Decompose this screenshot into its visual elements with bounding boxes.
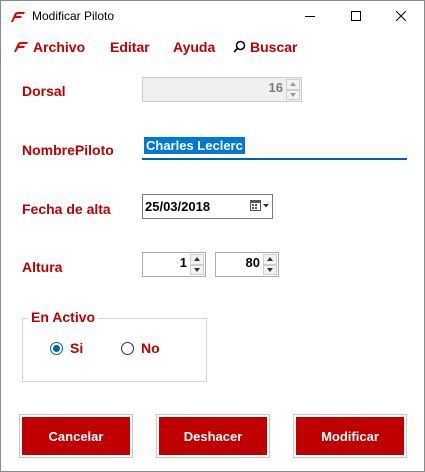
dorsal-down-arrow[interactable] [286, 89, 300, 100]
dorsal-label: Dorsal [22, 83, 66, 99]
radio-no-circle[interactable] [121, 341, 134, 355]
title-bar: Modificar Piloto [1, 1, 424, 31]
altura-metros-stepper[interactable]: 1 [142, 252, 206, 277]
nombre-label: NombrePiloto [22, 142, 114, 158]
altura-metros-down-arrow[interactable] [190, 264, 204, 275]
f1-logo-icon [10, 10, 26, 22]
radio-no[interactable]: No [121, 340, 160, 356]
minimize-button[interactable] [287, 1, 333, 31]
radio-si-circle[interactable] [50, 341, 63, 355]
cancelar-button[interactable]: Cancelar [19, 414, 133, 458]
altura-centimetros-value: 80 [245, 255, 260, 270]
altura-label: Altura [22, 259, 63, 275]
search-icon [233, 40, 246, 56]
calendar-icon[interactable] [250, 199, 270, 218]
menu-editar[interactable]: Editar [110, 39, 150, 55]
deshacer-button[interactable]: Deshacer [156, 414, 270, 458]
fecha-label: Fecha de alta [22, 201, 111, 217]
dorsal-value: 16 [268, 80, 283, 95]
dorsal-stepper[interactable]: 16 [142, 77, 302, 102]
dorsal-up-arrow[interactable] [286, 79, 300, 90]
altura-metros-value: 1 [179, 255, 187, 270]
radio-si[interactable]: Si [50, 340, 83, 356]
close-button[interactable] [378, 1, 424, 31]
f1-logo-icon [13, 40, 29, 56]
modificar-button[interactable]: Modificar [293, 414, 407, 458]
menu-archivo[interactable]: Archivo [13, 39, 85, 56]
fecha-picker[interactable]: 25/03/2018 [142, 194, 273, 219]
altura-centimetros-stepper[interactable]: 80 [215, 252, 279, 277]
radio-no-label: No [141, 340, 160, 356]
maximize-button[interactable] [333, 1, 379, 31]
altura-centimetros-down-arrow[interactable] [263, 264, 277, 275]
nombre-field[interactable]: Charles Leclerc [142, 135, 407, 160]
radio-si-label: Si [70, 340, 84, 356]
window-title: Modificar Piloto [32, 9, 115, 23]
activo-group-title: En Activo [28, 309, 99, 325]
menu-buscar[interactable]: Buscar [233, 39, 297, 56]
menu-archivo-label: Archivo [33, 39, 86, 55]
nombre-value: Charles Leclerc [144, 137, 245, 154]
menu-buscar-label: Buscar [250, 39, 298, 55]
altura-centimetros-up-arrow[interactable] [263, 254, 277, 265]
window: Modificar Piloto Archivo Editar Ayuda Bu… [0, 0, 425, 472]
menu-bar: Archivo Editar Ayuda Buscar [1, 37, 424, 59]
menu-ayuda[interactable]: Ayuda [173, 39, 215, 55]
fecha-value: 25/03/2018 [145, 199, 211, 214]
altura-metros-up-arrow[interactable] [190, 254, 204, 265]
